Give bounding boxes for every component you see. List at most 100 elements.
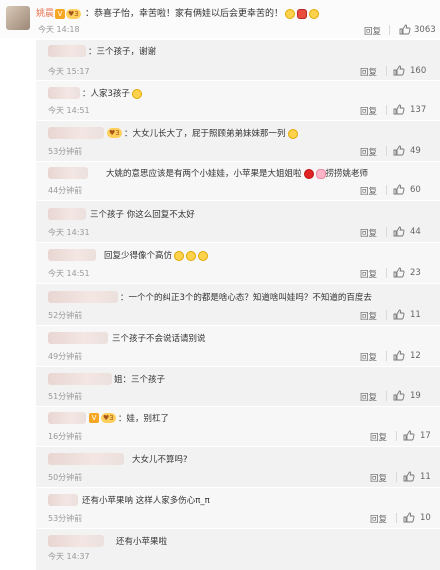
blurred-username — [48, 373, 112, 385]
emoji-icon — [186, 250, 197, 261]
reply-button[interactable]: 回复 — [360, 66, 377, 78]
reply-item: ：三个孩子，谢谢 今天 15:17 回复 160 — [36, 40, 440, 80]
reply-button[interactable]: 回复 — [360, 146, 377, 158]
reply-text: ：娃，别杠了 — [118, 414, 170, 424]
reply-text: ：三个孩子，谢谢 — [88, 47, 157, 57]
comment-author[interactable]: 姚晨 V ♥3 — [36, 6, 81, 19]
thumbs-up-icon[interactable] — [393, 184, 405, 195]
like-count: 44 — [410, 227, 421, 237]
divider — [386, 66, 387, 76]
avatar[interactable] — [6, 6, 30, 30]
reply-time: 50分钟前 — [48, 473, 83, 482]
blurred-username — [48, 45, 86, 57]
verified-badge-icon: V — [89, 413, 99, 423]
blurred-username — [48, 453, 124, 465]
reply-item: 三个孩子 你这么回复不太好 今天 14:31 回复 44 — [36, 201, 440, 242]
thumbs-up-icon[interactable] — [403, 471, 415, 482]
like-count: 11 — [420, 472, 431, 482]
like-count: 23 — [410, 268, 421, 278]
reply-text: 三个孩子不会说话请别说 — [112, 334, 206, 344]
reply-text-content: ：人家3孩子 — [82, 89, 130, 99]
reply-text: ：大女儿长大了，屁于照顾弟弟妹妹那一列 — [124, 127, 298, 139]
reply-text: 大女儿不算吗? — [132, 455, 188, 465]
reply-text: 还有小苹果呐 这样人家多伤心π_π — [82, 496, 210, 506]
reply-time: 53分钟前 — [48, 514, 83, 523]
reply-button[interactable]: 回复 — [360, 351, 377, 363]
thumbs-up-icon[interactable] — [393, 309, 405, 320]
fan-badge-icon: ♥3 — [107, 128, 122, 138]
reply-button[interactable]: 回复 — [360, 391, 377, 403]
author-name[interactable]: 姚晨 — [36, 9, 54, 19]
reply-button[interactable]: 回复 — [370, 431, 387, 443]
like-count: 160 — [410, 66, 427, 76]
blurred-username — [48, 535, 104, 547]
emoji-icon — [198, 250, 209, 261]
reply-button[interactable]: 回复 — [364, 25, 381, 37]
reply-text: 三个孩子 你这么回复不太好 — [90, 210, 195, 220]
like-count: 3063 — [414, 25, 436, 35]
reply-button[interactable]: 回复 — [360, 185, 377, 197]
blurred-username — [48, 167, 88, 179]
reply-time: 51分钟前 — [48, 392, 83, 401]
verified-badge-icon: V — [55, 8, 66, 19]
reply-text-content: 回复少得像个高仿 — [104, 251, 173, 261]
reply-item: 姐：三个孩子 51分钟前 回复 19 — [36, 367, 440, 406]
reply-item: 还有小苹果呐 这样人家多伤心π_π 53分钟前 回复 10 — [36, 488, 440, 528]
thumbs-up-icon[interactable] — [403, 512, 415, 523]
reply-time: 52分钟前 — [48, 311, 83, 320]
reply-text: 姐：三个孩子 — [114, 375, 166, 385]
thumbs-up-icon[interactable] — [393, 104, 405, 115]
heart-icon — [303, 168, 314, 179]
divider — [386, 146, 387, 156]
divider — [396, 472, 397, 482]
thumbs-up-icon[interactable] — [393, 226, 405, 237]
reply-button[interactable]: 回复 — [360, 310, 377, 322]
reply-time: 53分钟前 — [48, 147, 83, 156]
emoji-icon — [131, 88, 142, 99]
reply-time: 今天 14:37 — [48, 552, 90, 561]
divider — [396, 513, 397, 523]
emoji-icon — [287, 128, 298, 139]
reply-time: 16分钟前 — [48, 432, 83, 441]
comment-text-content: ：恭喜子怡，幸苦啦！家有俩娃以后会更幸苦的！ — [85, 9, 284, 19]
reply-item: 还有小苹果啦 今天 14:37 — [36, 529, 440, 570]
reply-button[interactable]: 回复 — [370, 513, 387, 525]
reply-button[interactable]: 回复 — [370, 472, 387, 484]
divider — [386, 391, 387, 401]
reply-text: ：一个个的纠正3个的都是啥心态？知道啥叫娃吗？不知道的百度去 — [120, 293, 372, 303]
reply-button[interactable]: 回复 — [360, 227, 377, 239]
thumbs-up-icon[interactable] — [403, 430, 415, 441]
comment-text: ：恭喜子怡，幸苦啦！家有俩娃以后会更幸苦的！ — [85, 6, 320, 19]
reply-time: 今天 14:51 — [48, 269, 90, 278]
emoji-icon — [297, 8, 308, 19]
thumbs-up-icon[interactable] — [393, 145, 405, 156]
fan-badge-icon: ♥3 — [66, 8, 81, 19]
blurred-username — [48, 249, 96, 261]
reply-time: 49分钟前 — [48, 352, 83, 361]
thumbs-up-icon[interactable] — [393, 267, 405, 278]
reply-button[interactable]: 回复 — [360, 268, 377, 280]
reply-item: ：人家3孩子 今天 14:51 回复 137 — [36, 81, 440, 120]
divider — [386, 268, 387, 278]
reply-time: 今天 14:51 — [48, 106, 90, 115]
thumbs-up-icon[interactable] — [399, 24, 411, 35]
like-count: 11 — [410, 310, 421, 320]
comment-thread: 姚晨 V ♥3 ：恭喜子怡，幸苦啦！家有俩娃以后会更幸苦的！ 今天 14:18 回复… — [0, 0, 440, 570]
divider — [386, 185, 387, 195]
reply-item: 回复少得像个高仿 今天 14:51 回复 23 — [36, 243, 440, 283]
like-count: 19 — [410, 391, 421, 401]
blurred-username — [48, 127, 104, 139]
like-count: 60 — [410, 185, 421, 195]
thumbs-up-icon[interactable] — [393, 65, 405, 76]
reply-button[interactable]: 回复 — [360, 105, 377, 117]
like-count: 49 — [410, 146, 421, 156]
reply-item: V ♥3 ：娃，别杠了 16分钟前 回复 17 — [36, 407, 440, 446]
thumbs-up-icon[interactable] — [393, 350, 405, 361]
reply-text: 大姚的意思应该是有两个小娃娃，小苹果是大姐姐啦 捞捞姚老师 — [106, 167, 368, 179]
reply-text-content: 大姚的意思应该是有两个小娃娃，小苹果是大姐姐啦 — [106, 169, 302, 179]
reply-text: ：人家3孩子 — [82, 87, 142, 99]
emoji-icon — [309, 8, 320, 19]
blurred-username — [48, 87, 80, 99]
blurred-username — [48, 412, 86, 424]
thumbs-up-icon[interactable] — [393, 390, 405, 401]
